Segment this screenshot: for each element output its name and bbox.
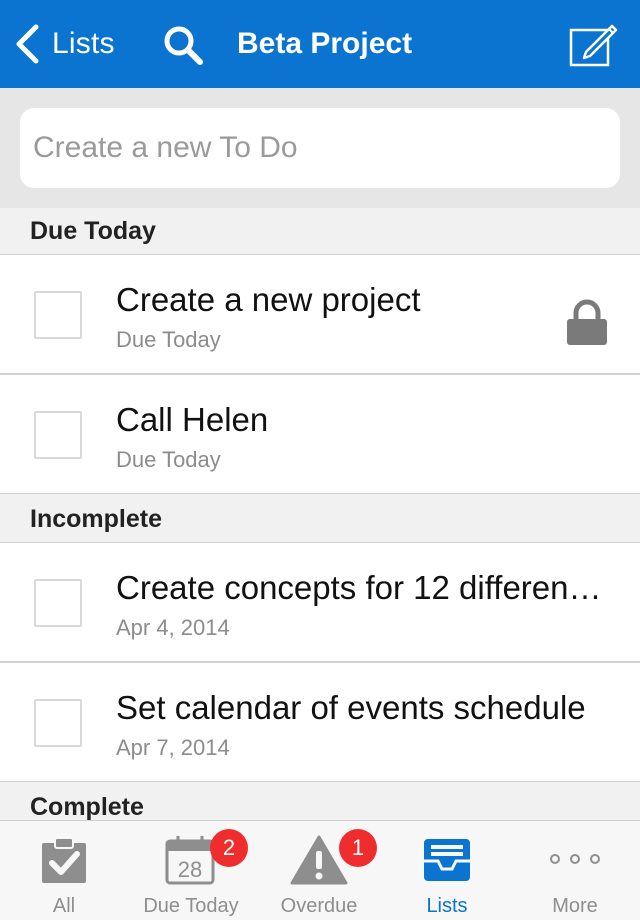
overdue-badge: 1 (339, 829, 377, 867)
tab-label: Due Today (143, 895, 239, 917)
todo-list[interactable]: Due Today Create a new project Due Today… (0, 208, 640, 820)
lock-icon (567, 299, 607, 345)
tab-lists[interactable]: Lists (383, 821, 511, 920)
todo-row[interactable]: Create concepts for 12 different product… (0, 542, 640, 662)
back-button[interactable]: Lists (14, 22, 115, 66)
search-button[interactable] (162, 24, 206, 68)
tab-label: Lists (426, 895, 468, 917)
todo-row[interactable]: Create a new project Due Today (0, 254, 640, 374)
due-today-badge: 2 (210, 829, 248, 867)
section-header-complete: Complete (0, 784, 640, 820)
todo-title: Create a new project (116, 281, 421, 318)
todo-checkbox[interactable] (34, 699, 82, 747)
more-dots-icon (550, 854, 600, 864)
section-header-incomplete: Incomplete (0, 496, 640, 542)
calendar-day-number: 28 (178, 857, 202, 882)
todo-row[interactable]: Call Helen Due Today (0, 374, 640, 494)
todo-due-date: Due Today (116, 447, 221, 472)
todo-due-date: Apr 7, 2014 (116, 735, 230, 760)
todo-due-date: Apr 4, 2014 (116, 615, 230, 640)
todo-title: Call Helen (116, 401, 269, 438)
todo-title: Set calendar of events schedule (116, 689, 586, 726)
tab-overdue[interactable]: 1 Overdue (255, 821, 383, 920)
compose-button[interactable] (568, 22, 618, 68)
compose-icon (569, 24, 618, 67)
back-label: Lists (52, 27, 115, 60)
tab-due-today[interactable]: 28 2 Due Today (127, 821, 255, 920)
tab-label: All (52, 895, 76, 917)
section-header-due-today: Due Today (0, 208, 640, 254)
new-todo-input[interactable] (20, 108, 620, 188)
clipboard-check-icon (42, 837, 86, 883)
tab-bar: All 28 2 Due Today 1 Overdue Lists More (0, 820, 640, 920)
todo-due-date: Due Today (116, 327, 221, 352)
tab-more[interactable]: More (511, 821, 639, 920)
tab-all[interactable]: All (0, 821, 128, 920)
todo-title: Create concepts for 12 different product… (116, 569, 606, 606)
calendar-icon: 28 (165, 836, 215, 885)
inbox-tray-icon (424, 839, 470, 881)
tab-label: More (552, 895, 598, 917)
todo-checkbox[interactable] (34, 291, 82, 339)
page-title: Beta Project (237, 27, 413, 60)
todo-checkbox[interactable] (34, 411, 82, 459)
search-icon (164, 26, 203, 65)
nav-bar: Lists Beta Project (0, 0, 640, 88)
new-todo-field-wrapper (20, 108, 620, 188)
todo-checkbox[interactable] (34, 579, 82, 627)
tab-label: Overdue (280, 895, 358, 917)
chevron-left-icon (16, 24, 39, 64)
todo-row[interactable]: Set calendar of events schedule Apr 7, 2… (0, 662, 640, 782)
